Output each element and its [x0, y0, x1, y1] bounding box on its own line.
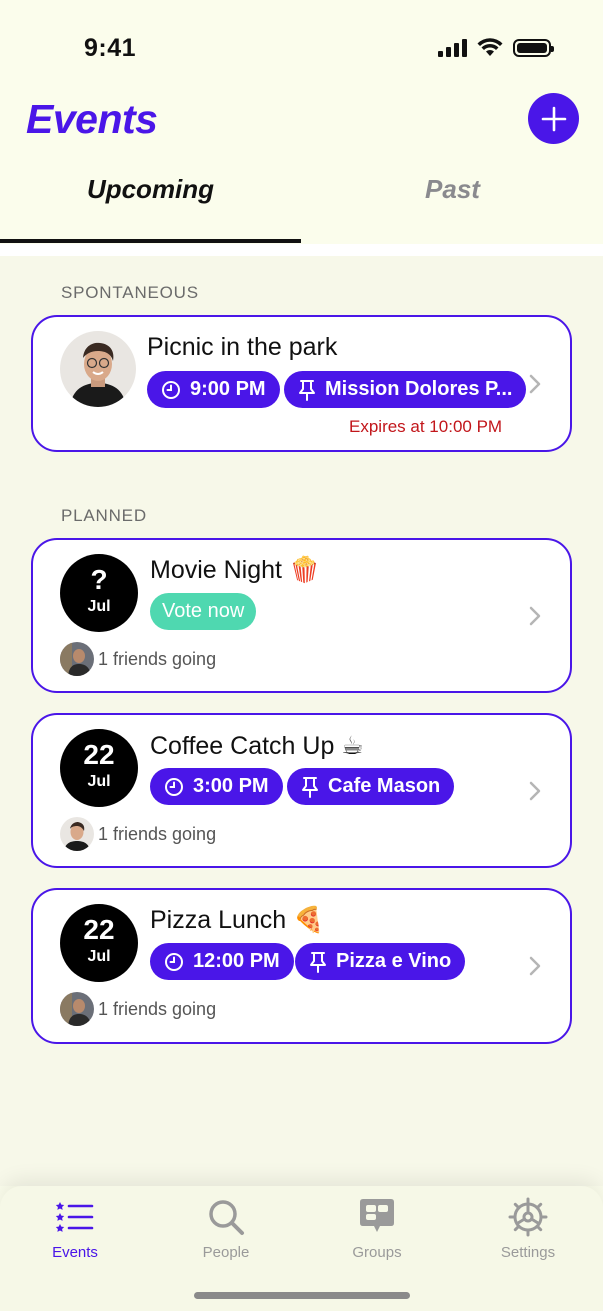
nav-label: People	[202, 1244, 250, 1261]
add-event-button[interactable]	[528, 93, 579, 144]
section-label-spontaneous: SPONTANEOUS	[61, 283, 199, 302]
event-title: Movie Night 🍿	[150, 556, 321, 584]
chevron-right-icon	[529, 781, 541, 801]
date-month: Jul	[87, 773, 111, 790]
tab-upcoming[interactable]: Upcoming	[0, 166, 301, 244]
clock-icon	[161, 380, 181, 400]
clock-icon	[164, 952, 184, 972]
date-day: ?	[90, 564, 108, 595]
date-badge: ? Jul	[60, 554, 138, 632]
tab-past[interactable]: Past	[302, 166, 603, 244]
event-card-pizza[interactable]: 22 Jul Pizza Lunch 🍕 12:00 PM Pizza e Vi…	[31, 888, 572, 1044]
friends-going: 1 friends going	[60, 992, 216, 1026]
vote-now-button[interactable]: Vote now	[150, 593, 257, 630]
date-day: 22	[83, 739, 115, 770]
gear-icon	[508, 1197, 548, 1237]
friends-going: 1 friends going	[60, 642, 216, 676]
friend-avatar	[60, 992, 94, 1026]
date-day: 22	[83, 914, 115, 945]
section-label-planned: PLANNED	[61, 506, 147, 525]
time-label: 12:00 PM	[193, 950, 280, 972]
nav-label: Groups	[352, 1244, 402, 1261]
event-card-coffee[interactable]: 22 Jul Coffee Catch Up ☕ 3:00 PM Cafe Ma…	[31, 713, 572, 868]
home-indicator	[194, 1292, 410, 1299]
tab-active-indicator	[0, 239, 301, 243]
clock-icon	[164, 777, 184, 797]
location-pill: Mission Dolores P...	[284, 371, 527, 408]
tab-bar: Upcoming Past	[0, 166, 603, 244]
friends-going: 1 friends going	[60, 817, 216, 851]
tab-people[interactable]: People	[166, 1196, 286, 1261]
friends-going-label: 1 friends going	[98, 998, 217, 1019]
page-title: Events	[26, 96, 158, 142]
time-label: 3:00 PM	[193, 775, 269, 797]
friend-avatar	[60, 817, 94, 851]
signal-icon	[438, 38, 467, 57]
friends-going-label: 1 friends going	[98, 648, 217, 669]
tab-events[interactable]: Events	[15, 1196, 135, 1261]
pin-icon	[309, 951, 327, 973]
battery-icon	[513, 38, 554, 57]
status-bar: 9:41	[0, 0, 603, 90]
time-pill: 9:00 PM	[147, 371, 280, 408]
time-pill: 12:00 PM	[150, 943, 294, 980]
event-card-movie-night[interactable]: ? Jul Movie Night 🍿 Vote now 1 friends g…	[31, 538, 572, 693]
location-pill: Cafe Mason	[287, 768, 455, 805]
plus-icon	[541, 106, 566, 131]
avatar	[60, 331, 136, 407]
pin-icon	[298, 379, 316, 401]
tab-groups[interactable]: Groups	[317, 1196, 437, 1261]
groups-chat-icon	[360, 1199, 394, 1232]
pin-icon	[301, 776, 319, 798]
nav-label: Settings	[500, 1244, 556, 1261]
event-title: Pizza Lunch 🍕	[150, 906, 325, 934]
tab-settings[interactable]: Settings	[468, 1196, 588, 1261]
location-label: Mission Dolores P...	[325, 378, 513, 400]
chevron-right-icon	[529, 956, 541, 976]
event-title: Coffee Catch Up ☕	[150, 732, 364, 760]
events-list: SPONTANEOUS Picnic in the park 9:00 PM M…	[0, 256, 603, 1186]
location-label: Cafe Mason	[328, 775, 441, 797]
time-pill: 3:00 PM	[150, 768, 283, 805]
search-icon	[209, 1200, 244, 1235]
chevron-right-icon	[529, 374, 541, 394]
status-time: 9:41	[84, 34, 137, 62]
location-label: Pizza e Vino	[336, 950, 452, 972]
date-badge: 22 Jul	[60, 729, 138, 807]
friend-avatar	[60, 642, 94, 676]
date-badge: 22 Jul	[60, 904, 138, 982]
nav-label: Events	[52, 1244, 98, 1261]
wifi-icon	[477, 38, 503, 56]
events-list-icon	[55, 1202, 94, 1232]
time-label: 9:00 PM	[190, 378, 266, 400]
date-month: Jul	[87, 948, 111, 965]
event-title: Picnic in the park	[147, 333, 338, 361]
tab-divider	[0, 244, 603, 256]
date-month: Jul	[87, 598, 111, 615]
expires-label: Expires at 10:00 PM	[349, 417, 503, 436]
event-card-picnic[interactable]: Picnic in the park 9:00 PM Mission Dolor…	[31, 315, 572, 452]
friends-going-label: 1 friends going	[98, 823, 217, 844]
status-icons	[438, 38, 554, 57]
chevron-right-icon	[529, 606, 541, 626]
location-pill: Pizza e Vino	[295, 943, 466, 980]
